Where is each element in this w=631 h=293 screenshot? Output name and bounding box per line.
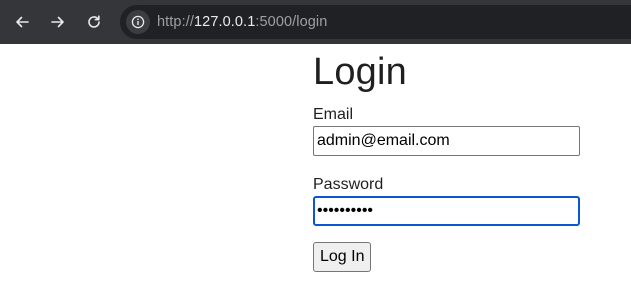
url-prefix: http:// bbox=[157, 14, 194, 30]
login-button[interactable]: Log In bbox=[313, 242, 372, 272]
email-field[interactable] bbox=[313, 126, 580, 156]
page-content: Login Email Password Log In bbox=[0, 44, 631, 293]
arrow-left-icon bbox=[16, 16, 29, 28]
url-host: 127.0.0.1 bbox=[193, 14, 256, 30]
browser-toolbar: http://127.0.0.1:5000/login bbox=[0, 0, 631, 44]
address-bar[interactable]: http://127.0.0.1:5000/login bbox=[120, 5, 631, 39]
back-button[interactable] bbox=[10, 10, 34, 34]
reload-icon bbox=[88, 15, 100, 28]
password-field[interactable] bbox=[313, 196, 580, 226]
forward-button[interactable] bbox=[46, 10, 70, 34]
password-label: Password bbox=[313, 176, 384, 193]
arrow-right-icon bbox=[51, 16, 64, 28]
url-text[interactable]: http://127.0.0.1:5000/login bbox=[157, 13, 327, 31]
email-label: Email bbox=[313, 106, 354, 123]
info-circle-icon bbox=[131, 15, 145, 29]
site-info-button[interactable] bbox=[126, 10, 150, 34]
page-title: Login bbox=[313, 51, 407, 93]
url-path: :5000/login bbox=[255, 14, 328, 30]
reload-button[interactable] bbox=[82, 10, 106, 34]
